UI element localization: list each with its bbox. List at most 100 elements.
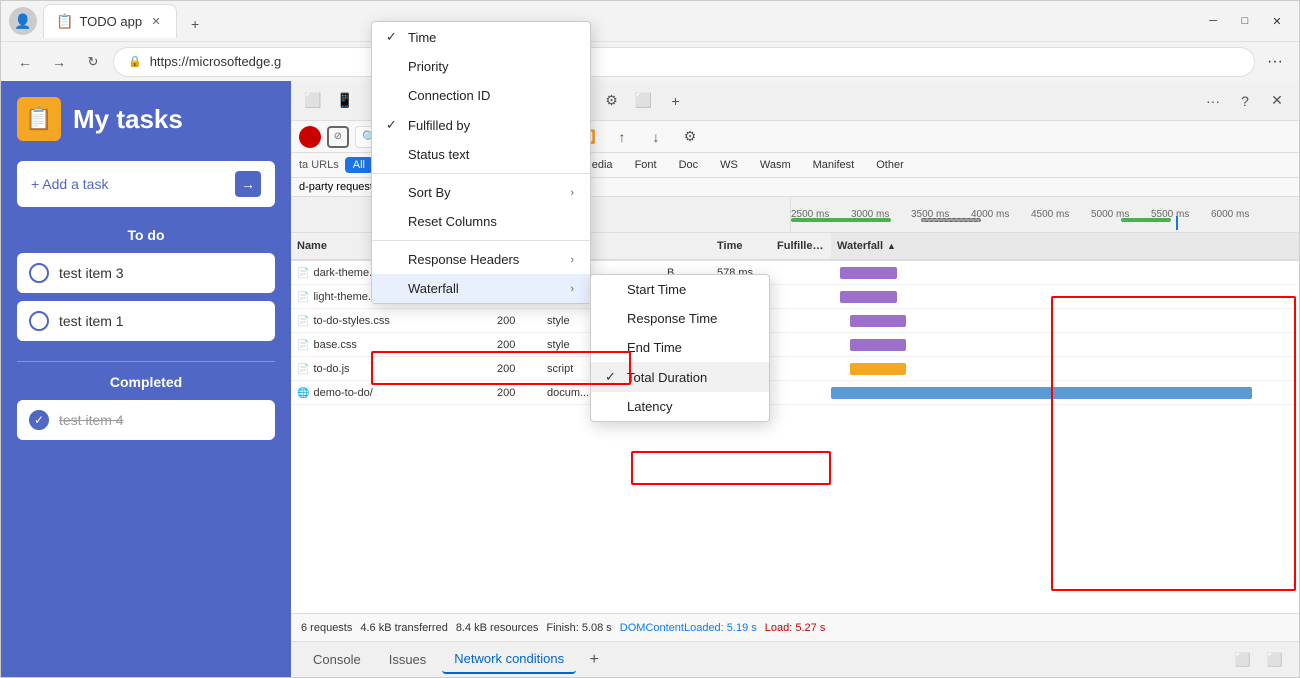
- waterfall-bar-base-css: [831, 337, 1299, 353]
- upload-button[interactable]: ↑: [608, 123, 636, 151]
- waterfall-bar-js: [831, 361, 1299, 377]
- submenu-arrow-icon: ›: [570, 187, 574, 199]
- row-name: 📄base.css: [291, 339, 491, 351]
- inspect-element-button[interactable]: ⬜: [299, 87, 327, 115]
- transferred-size: 4.6 kB transferred: [360, 622, 447, 634]
- menu-item-sort-by[interactable]: Sort By ›: [372, 178, 590, 207]
- settings-gear-button[interactable]: ⚙: [676, 123, 704, 151]
- title-bar: 👤 📋 TODO app ✕ + ─ □ ✕: [1, 1, 1299, 41]
- add-tab-button[interactable]: +: [580, 646, 608, 674]
- submenu-arrow-icon2: ›: [570, 254, 574, 266]
- menu-item-waterfall-label: Waterfall: [408, 281, 459, 296]
- add-task-arrow-icon: →: [235, 171, 261, 197]
- col-header-fulfilled[interactable]: Fulfilled...: [771, 240, 831, 252]
- submenu-response-time[interactable]: Response Time: [591, 304, 769, 333]
- network-row[interactable]: 🌐demo-to-do/ 200 docum... Other 928 B 2.…: [291, 381, 1299, 405]
- bottom-tab-network-conditions[interactable]: Network conditions: [442, 645, 576, 674]
- filter-font[interactable]: Font: [627, 157, 665, 173]
- new-tab-button[interactable]: +: [181, 10, 209, 38]
- download-button[interactable]: ↓: [642, 123, 670, 151]
- browser-menu-button[interactable]: ···: [1261, 48, 1289, 76]
- filter-other[interactable]: Other: [868, 157, 912, 173]
- tab-title: TODO app: [79, 14, 142, 29]
- submenu-end-time[interactable]: End Time: [591, 333, 769, 362]
- menu-item-time-label: Time: [408, 30, 436, 45]
- menu-item-reset-columns[interactable]: Reset Columns: [372, 207, 590, 236]
- submenu-latency[interactable]: Latency: [591, 392, 769, 421]
- add-tool-button[interactable]: +: [661, 87, 689, 115]
- menu-item-priority[interactable]: Priority: [372, 52, 590, 81]
- tab-close-button[interactable]: ✕: [148, 14, 164, 30]
- task-checkbox[interactable]: [29, 263, 49, 283]
- col-header-waterfall[interactable]: Waterfall ▲: [831, 233, 1299, 259]
- address-bar: ← → ↻ 🔒 https://microsoftedge.g ···: [1, 41, 1299, 81]
- task-item-completed[interactable]: ✓ test item 4: [17, 400, 275, 440]
- filter-all[interactable]: All: [345, 157, 373, 173]
- submenu-response-time-label: Response Time: [627, 311, 717, 326]
- bottom-tab-console[interactable]: Console: [301, 646, 373, 673]
- user-avatar[interactable]: 👤: [9, 7, 37, 35]
- forward-button[interactable]: →: [45, 48, 73, 76]
- menu-item-fulfilled-by[interactable]: ✓ Fulfilled by: [372, 110, 590, 140]
- task-text: test item 3: [59, 265, 124, 281]
- minimize-button[interactable]: ─: [1199, 7, 1227, 35]
- check-mark-total-duration: ✓: [605, 369, 619, 385]
- tab-area: 📋 TODO app ✕ +: [43, 4, 1185, 38]
- network-row[interactable]: 📄to-do.js 200 script B 598 ms: [291, 357, 1299, 381]
- record-button[interactable]: [299, 126, 321, 148]
- submenu-start-time[interactable]: Start Time: [591, 275, 769, 304]
- sort-up-icon: ▲: [887, 241, 896, 251]
- row-name: 📄to-do-styles.css: [291, 315, 491, 327]
- submenu-total-duration[interactable]: ✓ Total Duration: [591, 362, 769, 392]
- refresh-button[interactable]: ↻: [79, 48, 107, 76]
- filter-doc[interactable]: Doc: [671, 157, 707, 173]
- menu-item-status-text[interactable]: Status text: [372, 140, 590, 169]
- task-checkbox[interactable]: [29, 311, 49, 331]
- context-menu[interactable]: ✓ Time Priority Connection ID ✓ Fulfille…: [371, 21, 591, 304]
- devtools-close-button[interactable]: ✕: [1263, 87, 1291, 115]
- network-row[interactable]: 📄base.css 200 style B 574 ms: [291, 333, 1299, 357]
- timeline-green-bar2: [1121, 218, 1171, 222]
- browser-tab[interactable]: 📋 TODO app ✕: [43, 4, 177, 38]
- device-emulation-button[interactable]: 📱: [331, 87, 359, 115]
- menu-item-response-headers[interactable]: Response Headers ›: [372, 245, 590, 274]
- add-task-button[interactable]: + Add a task →: [17, 161, 275, 207]
- back-button[interactable]: ←: [11, 48, 39, 76]
- menu-item-time[interactable]: ✓ Time: [372, 22, 590, 52]
- task-item[interactable]: test item 1: [17, 301, 275, 341]
- task-item[interactable]: test item 3: [17, 253, 275, 293]
- waterfall-submenu[interactable]: Start Time Response Time End Time ✓ Tota…: [590, 274, 770, 422]
- menu-item-waterfall[interactable]: Waterfall › Start Time Response Time End…: [372, 274, 590, 303]
- bottom-tab-issues[interactable]: Issues: [377, 646, 439, 673]
- col-header-time[interactable]: Time: [711, 240, 771, 252]
- timeline-green-bar: [791, 218, 891, 222]
- address-field[interactable]: 🔒 https://microsoftedge.g: [113, 47, 1255, 77]
- layout-button[interactable]: ⬜: [629, 87, 657, 115]
- filter-wasm[interactable]: Wasm: [752, 157, 799, 173]
- settings-button[interactable]: ⚙: [597, 87, 625, 115]
- close-button[interactable]: ✕: [1263, 7, 1291, 35]
- lock-icon: 🔒: [128, 55, 142, 68]
- menu-item-connection-id-label: Connection ID: [408, 88, 490, 103]
- dock-button[interactable]: ⬜: [1261, 646, 1289, 674]
- task-checkbox-checked[interactable]: ✓: [29, 410, 49, 430]
- maximize-button[interactable]: □: [1231, 7, 1259, 35]
- timeline-blue-line: [1176, 216, 1178, 230]
- resources-size: 8.4 kB resources: [456, 622, 539, 634]
- undock-button[interactable]: ⬜: [1229, 646, 1257, 674]
- add-task-label: + Add a task: [31, 176, 108, 192]
- more-tools-button[interactable]: ···: [1199, 87, 1227, 115]
- filter-ws[interactable]: WS: [712, 157, 746, 173]
- filter-manifest[interactable]: Manifest: [805, 157, 863, 173]
- todo-app-title: My tasks: [73, 104, 183, 135]
- stop-button[interactable]: ⊘: [327, 126, 349, 148]
- row-name: 📄to-do.js: [291, 363, 491, 375]
- timeline-gray-bar: [921, 218, 981, 222]
- menu-item-connection-id[interactable]: Connection ID: [372, 81, 590, 110]
- requests-count: 6 requests: [301, 622, 352, 634]
- help-button[interactable]: ?: [1231, 87, 1259, 115]
- waterfall-bar: [840, 267, 896, 279]
- completed-section-label: Completed: [17, 374, 275, 390]
- hide-data-urls-label: ta URLs: [299, 159, 339, 171]
- network-row[interactable]: 📄to-do-styles.css 200 style B 573 ms: [291, 309, 1299, 333]
